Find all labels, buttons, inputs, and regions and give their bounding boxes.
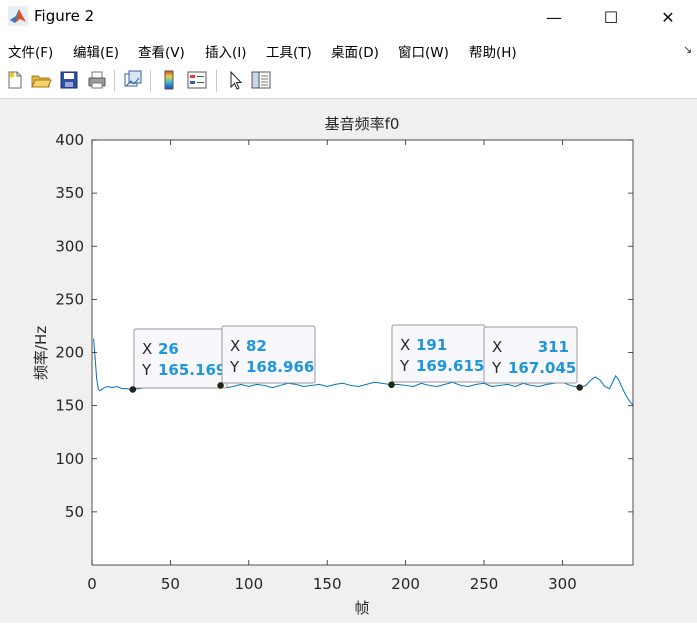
maximize-button[interactable]: ☐ <box>588 0 634 34</box>
pointer-icon[interactable] <box>224 69 246 91</box>
datatip-label: Y <box>491 359 502 377</box>
datatip-label: X <box>142 340 152 358</box>
minimize-icon: — <box>546 7 562 27</box>
menu-insert[interactable]: 插入(I) <box>205 41 247 61</box>
close-icon: ✕ <box>661 7 675 27</box>
datatip-label: Y <box>399 357 410 375</box>
maximize-icon: ☐ <box>603 7 619 27</box>
datatip-marker <box>129 386 137 393</box>
dock-arrow-icon[interactable]: ↘ <box>683 43 692 56</box>
menu-bar: 文件(F) 编辑(E) 查看(V) 插入(I) 工具(T) 桌面(D) 窗口(W… <box>0 34 697 64</box>
datatip[interactable]: X 82 Y 168.966 <box>217 325 316 389</box>
y-tick-label: 150 <box>55 397 84 415</box>
figure-canvas: 0 50 100 150 200 250 300 50 100 150 200 250 300 350 40… <box>0 99 697 623</box>
x-tick-label: 300 <box>548 575 577 593</box>
y-tick-label: 350 <box>55 184 84 202</box>
legend-icon[interactable] <box>186 69 208 91</box>
x-tick-label: 150 <box>313 575 342 593</box>
x-axis-label: 帧 <box>354 599 369 617</box>
toolbar <box>0 64 697 99</box>
save-icon[interactable] <box>58 69 80 91</box>
x-tick-label: 250 <box>470 575 499 593</box>
new-figure-icon[interactable] <box>4 69 26 91</box>
menu-view[interactable]: 查看(V) <box>138 41 185 61</box>
toolbar-separator <box>150 70 151 92</box>
datatip-marker <box>217 382 224 389</box>
figure-window: Figure 2 — ☐ ✕ 文件(F) 编辑(E) 查看(V) 插入(I) 工… <box>0 0 697 627</box>
window-title: Figure 2 <box>34 7 95 25</box>
datatip-value: 165.169 <box>158 361 226 379</box>
property-editor-icon[interactable] <box>250 69 272 91</box>
toolbar-separator <box>114 70 115 92</box>
menu-help[interactable]: 帮助(H) <box>469 41 517 61</box>
datatip-value: 169.615 <box>416 357 484 375</box>
close-button[interactable]: ✕ <box>645 0 691 34</box>
datatip-marker <box>576 384 583 391</box>
datatip-value: 82 <box>246 337 267 355</box>
menu-edit[interactable]: 编辑(E) <box>73 41 119 61</box>
menu-tools[interactable]: 工具(T) <box>266 41 312 61</box>
datatip-value: 311 <box>538 338 569 356</box>
y-tick-label: 400 <box>55 131 84 149</box>
y-tick-label: 250 <box>55 290 84 308</box>
datatip[interactable]: X 26 Y 165.169 <box>129 328 228 393</box>
plot-area: 0 50 100 150 200 250 300 50 100 150 200 250 300 350 40… <box>32 115 634 617</box>
title-bar[interactable]: Figure 2 — ☐ ✕ <box>0 0 697 34</box>
datatip-value: 168.966 <box>246 358 314 376</box>
datatip[interactable]: X 311 Y 167.045 <box>483 326 583 391</box>
y-tick-label: 100 <box>55 450 84 468</box>
minimize-button[interactable]: — <box>531 0 577 34</box>
matlab-logo-icon <box>8 6 28 26</box>
datatip-value: 167.045 <box>508 359 576 377</box>
x-tick-label: 100 <box>234 575 263 593</box>
x-tick-label: 50 <box>161 575 180 593</box>
datatip[interactable]: X 191 Y 169.615 <box>388 324 486 389</box>
menu-window[interactable]: 窗口(W) <box>398 41 449 61</box>
datatip-label: Y <box>229 358 240 376</box>
datatip-value: 26 <box>158 340 179 358</box>
chart-title: 基音频率f0 <box>325 115 400 133</box>
menu-desktop[interactable]: 桌面(D) <box>331 41 379 61</box>
y-axis-label: 频率/Hz <box>32 326 50 380</box>
datatip-label: X <box>230 337 240 355</box>
x-tick-label: 200 <box>391 575 420 593</box>
y-tick-label: 50 <box>65 503 84 521</box>
x-tick-label: 0 <box>87 575 97 593</box>
y-tick-label: 300 <box>55 237 84 255</box>
link-plot-icon[interactable] <box>122 69 144 91</box>
status-strip <box>0 623 697 627</box>
datatip-label: Y <box>141 361 152 379</box>
datatip-label: X <box>492 338 502 356</box>
toolbar-separator <box>216 70 217 92</box>
datatip-marker <box>388 381 395 389</box>
datatip-value: 191 <box>416 336 447 354</box>
print-icon[interactable] <box>86 69 108 91</box>
colorbar-icon[interactable] <box>158 69 180 91</box>
datatip-box <box>133 328 228 389</box>
y-tick-label: 200 <box>55 344 84 362</box>
menu-file[interactable]: 文件(F) <box>8 41 53 61</box>
datatip-label: X <box>400 336 410 354</box>
open-file-icon[interactable] <box>30 69 52 91</box>
